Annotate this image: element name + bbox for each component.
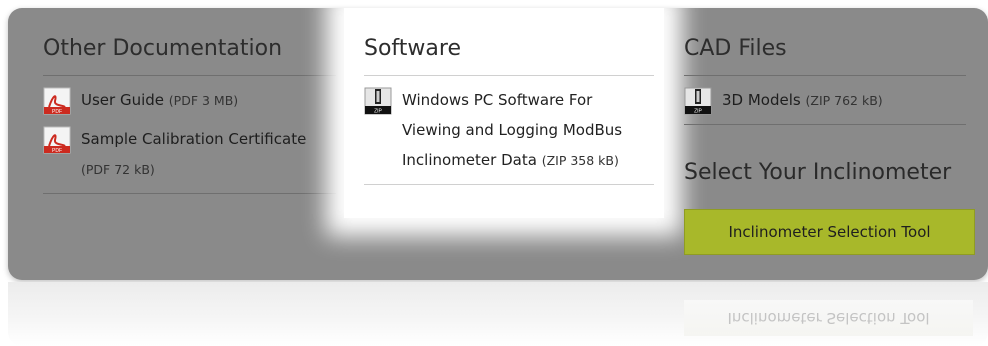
calibration-certificate-label: Sample Calibration Certificate — [81, 130, 307, 148]
pdf-icon: PDF — [43, 87, 71, 115]
pc-software-line1: Windows PC Software For — [402, 91, 593, 109]
inclinometer-selection-tool-button[interactable]: Inclinometer Selection Tool — [684, 209, 975, 255]
select-inclinometer-heading: Select Your Inclinometer — [684, 160, 952, 185]
software-heading: Software — [364, 36, 461, 61]
divider — [43, 193, 336, 194]
divider — [684, 124, 966, 125]
user-guide-link[interactable]: PDF User Guide (PDF 3 MB) — [43, 76, 336, 124]
3d-models-label: 3D Models — [722, 91, 801, 109]
pc-software-line2: Viewing and Logging ModBus — [402, 121, 623, 139]
calibration-certificate-link[interactable]: PDF Sample Calibration Certificate (PDF … — [43, 124, 336, 193]
pdf-icon: PDF — [43, 126, 71, 154]
downloads-panel: Other Documentation PDF User Guide (PDF … — [8, 8, 988, 280]
documentation-heading: Other Documentation — [43, 36, 283, 61]
documentation-column: Other Documentation PDF User Guide (PDF … — [43, 8, 336, 194]
pc-software-size: (ZIP 358 kB) — [541, 153, 619, 168]
3d-models-link[interactable]: ZIP 3D Models (ZIP 762 kB) — [684, 76, 966, 124]
zip-icon: ZIP — [364, 87, 392, 115]
svg-text:PDF: PDF — [52, 109, 62, 115]
calibration-certificate-size: (PDF 72 kB) — [81, 162, 155, 177]
svg-text:ZIP: ZIP — [694, 109, 702, 115]
button-reflection: Inclinometer Selection Tool — [684, 300, 973, 336]
software-column: Software ZIP Windows PC Software For Vie… — [344, 8, 664, 218]
svg-text:ZIP: ZIP — [374, 109, 382, 115]
pc-software-link[interactable]: ZIP Windows PC Software For Viewing and … — [364, 76, 654, 184]
zip-icon: ZIP — [684, 87, 712, 115]
svg-text:PDF: PDF — [52, 148, 62, 154]
user-guide-size: (PDF 3 MB) — [168, 93, 239, 108]
cad-column: CAD Files ZIP 3D Models (ZIP 762 kB) Sel… — [684, 8, 975, 255]
cad-heading: CAD Files — [684, 36, 787, 61]
pc-software-line3: Inclinometer Data — [402, 151, 537, 169]
user-guide-label: User Guide — [81, 91, 165, 109]
divider — [364, 184, 654, 185]
3d-models-size: (ZIP 762 kB) — [805, 93, 883, 108]
